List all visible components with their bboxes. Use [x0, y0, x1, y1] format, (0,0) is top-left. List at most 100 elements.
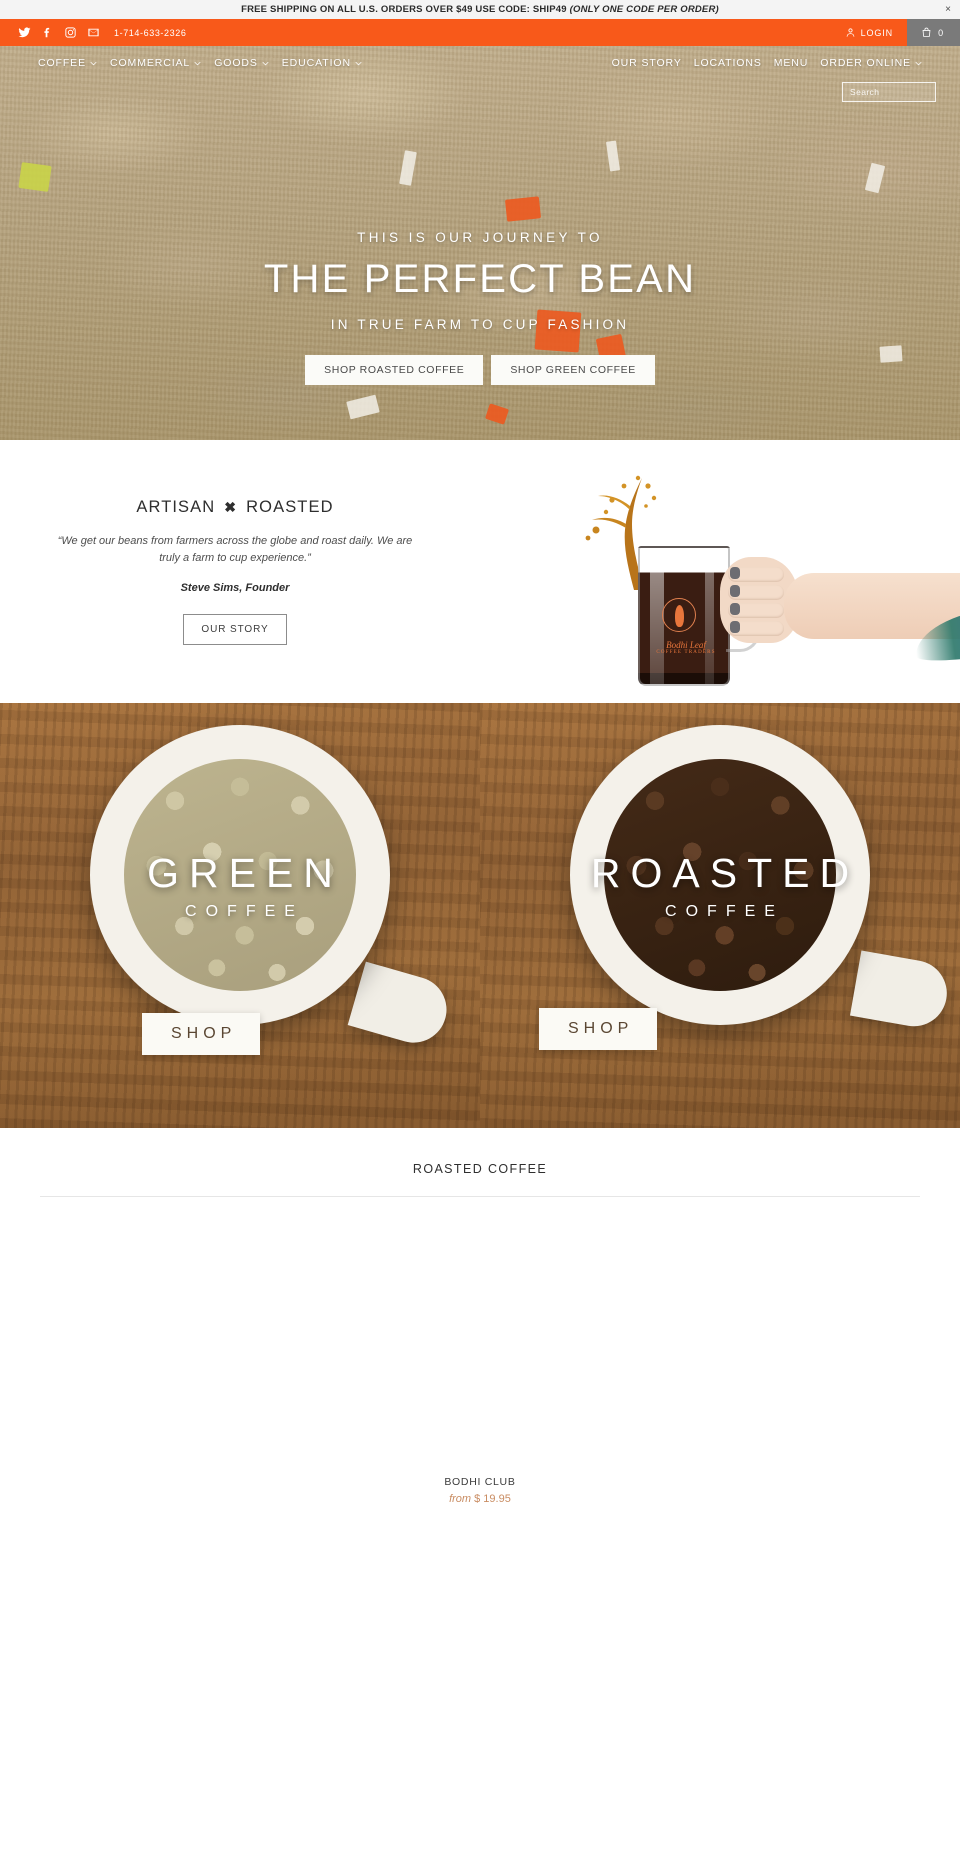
search-input[interactable] — [843, 87, 960, 97]
hero-subtitle: IN TRUE FARM TO CUP FASHION — [330, 317, 630, 332]
coffee-cup — [90, 725, 390, 1025]
announcement-bar: FREE SHIPPING ON ALL U.S. ORDERS OVER $4… — [0, 0, 960, 19]
product-card[interactable] — [626, 1215, 920, 1505]
chevron-down-icon — [915, 60, 922, 67]
nav-left-group: COFFEE COMMERCIAL GOODS EDUCATION — [0, 57, 362, 69]
nav-label: ORDER ONLINE — [820, 57, 911, 69]
hero-content: THIS IS OUR JOURNEY TO THE PERFECT BEAN … — [0, 230, 960, 385]
chevron-down-icon — [355, 60, 362, 67]
announcement-note: (ONLY ONE CODE PER ORDER) — [569, 4, 719, 15]
hero-button-group: SHOP ROASTED COFFEE SHOP GREEN COFFEE — [0, 355, 960, 385]
hero-title: THE PERFECT BEAN — [263, 257, 697, 301]
shop-roasted-coffee-button[interactable]: SHOP ROASTED COFFEE — [305, 355, 484, 385]
fingernail — [730, 603, 740, 615]
nav-item-order-online[interactable]: ORDER ONLINE — [820, 57, 922, 69]
nav-item-education[interactable]: EDUCATION — [282, 57, 362, 69]
shop-green-button[interactable]: SHOP — [142, 1013, 261, 1055]
cart-icon — [921, 27, 932, 38]
chevron-down-icon — [90, 60, 97, 67]
announcement-text: FREE SHIPPING ON ALL U.S. ORDERS OVER $4… — [241, 4, 719, 15]
nav-label: EDUCATION — [281, 57, 351, 69]
cup-interior — [604, 759, 836, 991]
price-prefix: from — [449, 1493, 472, 1505]
finger — [728, 621, 784, 636]
coffee-category-banners: GREEN COFFEE SHOP ROASTED COFFEE SHOP — [0, 703, 960, 1128]
coffee-cup — [570, 725, 870, 1025]
utility-left-group: 1-714-633-2326 — [0, 19, 831, 46]
product-card[interactable] — [40, 1215, 334, 1505]
finger — [728, 567, 784, 582]
cart-count: 0 — [938, 27, 944, 38]
product-image — [626, 1215, 920, 1470]
hand-and-arm — [720, 557, 960, 666]
our-story-button[interactable]: OUR STORY — [183, 614, 287, 646]
shop-roasted-button[interactable]: SHOP — [539, 1008, 658, 1050]
artisan-heading-right: ROASTED — [246, 497, 334, 516]
email-icon[interactable] — [87, 26, 100, 39]
login-button[interactable]: LOGIN — [831, 19, 908, 46]
cup-interior — [124, 759, 356, 991]
artisan-quote: “We get our beans from farmers across th… — [57, 534, 413, 564]
mug-brand-sub: COFFEE TRADERS — [656, 650, 716, 655]
cart-button[interactable]: 0 — [907, 19, 960, 46]
brand-logo-icon — [662, 598, 696, 632]
nav-item-menu[interactable]: MENU — [774, 57, 809, 69]
hero-banner: COFFEE COMMERCIAL GOODS EDUCATION OUR ST… — [0, 46, 960, 440]
nav-item-coffee[interactable]: COFFEE — [38, 57, 97, 69]
hero-decor-tag — [18, 162, 52, 192]
product-card[interactable]: BODHI CLUB from $ 19.95 — [333, 1215, 627, 1505]
roasted-coffee-products-section: ROASTED COFFEE BODHI CLUB from $ 19.95 — [0, 1128, 960, 1505]
price-value: $ 19.95 — [474, 1493, 511, 1505]
login-label: LOGIN — [860, 27, 894, 38]
instagram-icon[interactable] — [64, 26, 77, 39]
coffee-mug: Bodhi Leaf COFFEE TRADERS — [638, 546, 730, 686]
phone-link[interactable]: 1-714-633-2326 — [114, 28, 186, 38]
mug-highlight — [705, 548, 714, 684]
product-image — [333, 1215, 627, 1470]
nav-label: GOODS — [214, 57, 258, 69]
nav-item-our-story[interactable]: OUR STORY — [612, 57, 682, 69]
roasted-coffee-banner[interactable]: ROASTED COFFEE SHOP — [480, 703, 960, 1128]
fingernail — [730, 621, 740, 633]
green-coffee-banner[interactable]: GREEN COFFEE SHOP — [0, 703, 480, 1128]
hero-decor-tag — [504, 196, 542, 222]
nav-item-locations[interactable]: LOCATIONS — [694, 57, 762, 69]
mug-brand-name: Bodhi Leaf — [666, 640, 706, 650]
cross-icon: ✖ — [224, 498, 238, 515]
nav-label: COFFEE — [38, 57, 86, 69]
nav-right-group: OUR STORY LOCATIONS MENU ORDER ONLINE — [612, 57, 960, 69]
utility-bar: 1-714-633-2326 LOGIN 0 — [0, 19, 960, 46]
nav-item-commercial[interactable]: COMMERCIAL — [110, 57, 201, 69]
finger — [728, 585, 784, 600]
peacock-feather-tattoo — [911, 602, 960, 666]
announcement-main: FREE SHIPPING ON ALL U.S. ORDERS OVER $4… — [241, 4, 570, 15]
nav-label: COMMERCIAL — [110, 57, 191, 69]
artisan-roasted-section: ARTISAN ✖ ROASTED “We get our beans from… — [0, 440, 960, 703]
green-beans-image — [124, 759, 356, 991]
nav-item-goods[interactable]: GOODS — [214, 57, 269, 69]
product-price: from $ 19.95 — [333, 1493, 626, 1505]
close-icon[interactable]: × — [945, 4, 951, 15]
chevron-down-icon — [262, 60, 269, 67]
forearm — [784, 573, 960, 666]
shop-green-coffee-button[interactable]: SHOP GREEN COFFEE — [491, 355, 655, 385]
artisan-heading-left: ARTISAN — [136, 497, 216, 516]
artisan-heading: ARTISAN ✖ ROASTED — [55, 498, 415, 517]
artisan-image-column: Bodhi Leaf COFFEE TRADERS — [470, 440, 960, 703]
hero-kicker: THIS IS OUR JOURNEY TO — [357, 230, 603, 245]
search-box[interactable] — [842, 82, 960, 102]
finger — [728, 603, 784, 618]
mug-brand-text: Bodhi Leaf COFFEE TRADERS — [654, 640, 718, 655]
roasted-beans-image — [604, 759, 836, 991]
main-navigation: COFFEE COMMERCIAL GOODS EDUCATION OUR ST… — [0, 46, 960, 80]
section-heading: ROASTED COFFEE — [412, 1162, 548, 1176]
product-name: BODHI CLUB — [444, 1476, 516, 1488]
twitter-icon[interactable] — [18, 26, 31, 39]
artisan-signature: Steve Sims, Founder — [180, 582, 290, 595]
chevron-down-icon — [194, 60, 201, 67]
artisan-text-column: ARTISAN ✖ ROASTED “We get our beans from… — [0, 498, 470, 646]
facebook-icon[interactable] — [41, 26, 54, 39]
fingernail — [730, 567, 740, 579]
fingernail — [730, 585, 740, 597]
utility-right-group: LOGIN 0 — [831, 19, 960, 46]
